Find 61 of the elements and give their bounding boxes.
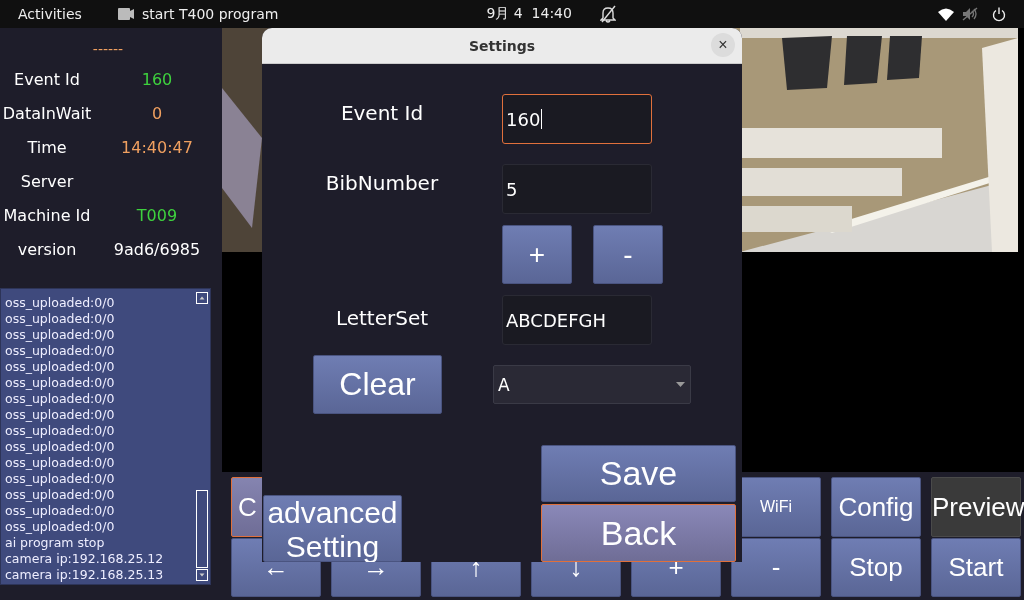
- log-line: camera ip:192.168.25.13: [5, 567, 165, 583]
- log-line: oss_uploaded:0/0: [5, 407, 116, 423]
- step-button[interactable]: +: [502, 225, 572, 284]
- dialog-title: Settings: [468, 37, 536, 54]
- input-field[interactable]: 160: [502, 94, 652, 144]
- bell-off-icon: [599, 5, 616, 23]
- control-button[interactable]: Stop: [831, 538, 921, 597]
- caret-icon: [676, 382, 685, 387]
- save-button[interactable]: Save: [541, 445, 736, 502]
- log-line: oss_uploaded:0/0: [5, 423, 116, 439]
- wifi-icon[interactable]: [938, 7, 954, 21]
- back-button[interactable]: Back: [541, 504, 736, 562]
- log-line: oss_uploaded:0/0: [5, 327, 116, 343]
- log-line: oss_uploaded:0/0: [5, 311, 116, 327]
- log-line: oss_uploaded:0/0: [5, 391, 116, 407]
- activities-button[interactable]: Activities: [18, 6, 82, 22]
- control-button[interactable]: Start: [931, 538, 1021, 597]
- log-line: oss_uploaded:0/0: [5, 375, 116, 391]
- close-button[interactable]: ×: [711, 33, 735, 57]
- log-line: camera ip:192.168.25.12: [5, 551, 165, 567]
- log-line: oss_uploaded:0/0: [5, 503, 116, 519]
- speaker-muted-icon[interactable]: [962, 7, 978, 21]
- input-field[interactable]: ABCDEFGH: [502, 295, 652, 345]
- status-value: 0: [150, 103, 164, 123]
- status-value: 14:40:47: [120, 137, 194, 157]
- status-label: version: [16, 239, 78, 259]
- input-field[interactable]: 5: [502, 164, 652, 214]
- log-line: oss_uploaded:0/0: [5, 343, 116, 359]
- log-line: oss_uploaded:0/0: [5, 455, 116, 471]
- status-label: DataInWait: [1, 103, 93, 123]
- clear-button[interactable]: Clear: [313, 355, 442, 414]
- app-menu[interactable]: start T400 program: [141, 6, 279, 22]
- field-label: LetterSet: [334, 306, 430, 332]
- log-line: oss_uploaded:0/0: [5, 471, 116, 487]
- scroll-down-button[interactable]: [195, 569, 208, 581]
- status-value: 9ad6/6985: [112, 239, 202, 259]
- log-line: oss_uploaded:0/0: [5, 487, 116, 503]
- letter-dropdown[interactable]: A: [493, 365, 691, 404]
- step-button[interactable]: -: [593, 225, 663, 284]
- status-label: Event Id: [13, 69, 81, 89]
- power-icon[interactable]: [992, 6, 1006, 22]
- log-line: oss_uploaded:0/0: [5, 439, 116, 455]
- clock[interactable]: 9月 4 14:40: [486, 5, 572, 23]
- status-label: Time: [26, 137, 68, 157]
- field-label: Event Id: [339, 101, 425, 127]
- control-button[interactable]: Config: [831, 477, 921, 537]
- status-label: Server: [19, 171, 75, 191]
- scroll-up-button[interactable]: [195, 292, 208, 304]
- control-button[interactable]: -: [731, 538, 821, 597]
- status-header: ------: [92, 40, 124, 59]
- status-label: Machine Id: [2, 205, 92, 225]
- status-value: 160: [140, 69, 174, 89]
- text-cursor: [541, 109, 543, 129]
- field-label: BibNumber: [324, 171, 440, 197]
- log-line: oss_uploaded:0/0: [5, 519, 116, 535]
- scrollbar-thumb[interactable]: [195, 490, 208, 568]
- status-value: T009: [135, 205, 179, 225]
- log-line: oss_uploaded:0/0: [5, 295, 116, 311]
- log-line: oss_uploaded:0/0: [5, 359, 116, 375]
- log-line: ai program stop: [5, 535, 106, 551]
- app-icon: [117, 8, 134, 20]
